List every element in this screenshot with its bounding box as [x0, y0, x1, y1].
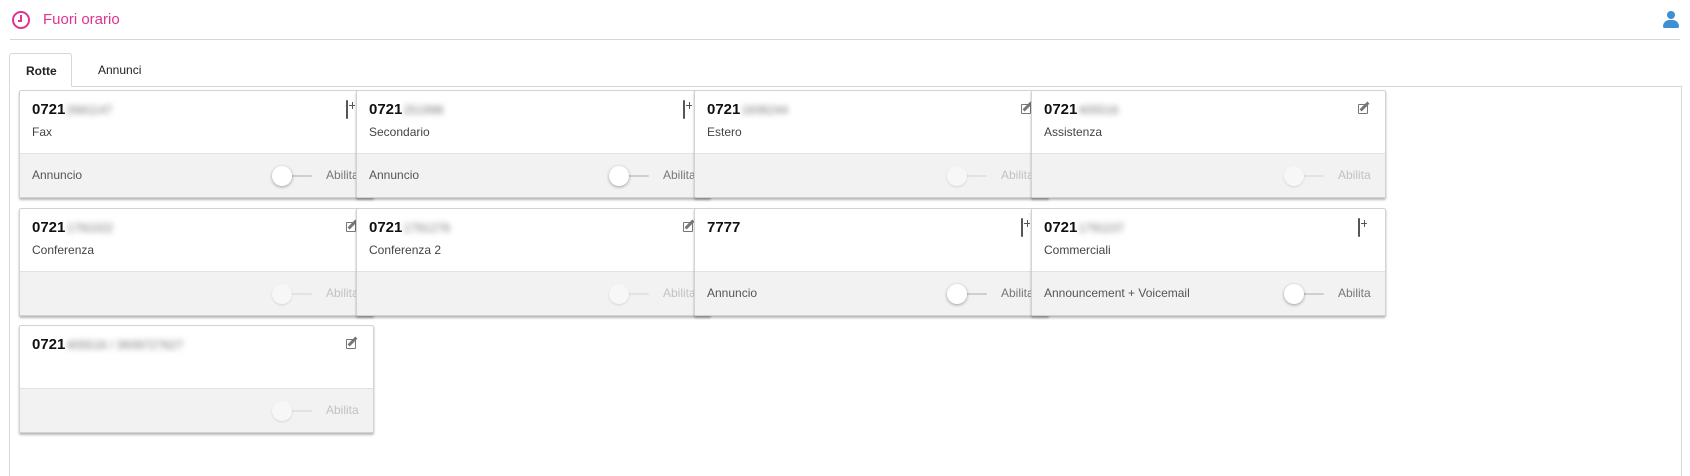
card-label: Estero [707, 125, 742, 139]
edit-icon[interactable] [1358, 101, 1372, 115]
enable-label: Abilita [326, 168, 359, 182]
enable-toggle[interactable] [1284, 284, 1326, 304]
card-number: 7777 [707, 219, 741, 236]
number-prefix: 0721 [32, 219, 66, 236]
route-card: 0721251998 Secondario Annuncio Abilita [356, 90, 711, 198]
edit-icon[interactable] [346, 336, 360, 350]
announcement-label: Annuncio [707, 286, 758, 300]
card-header: 0721405516 / 3939727627 [20, 326, 373, 388]
card-number: 07211791276 [369, 219, 450, 236]
route-card: 0721405516 / 3939727627 Abilita [19, 325, 374, 433]
card-footer: Abilita [1032, 153, 1385, 197]
card-number: 0721405516 / 3939727627 [32, 336, 183, 353]
number-masked: 2681147 [66, 103, 113, 117]
card-header: 07211791107 Commerciali [1032, 209, 1385, 271]
route-card: 07211836244 Estero Abilita [694, 90, 1049, 198]
card-label: Fax [32, 125, 53, 139]
card-label: Assistenza [1044, 125, 1103, 139]
card-header: 07212681147 Fax [20, 91, 373, 153]
card-number: 0721251998 [369, 101, 443, 118]
tab-annunci[interactable]: Annunci [82, 53, 157, 87]
enable-label: Abilita [663, 286, 696, 300]
card-header: 0721405516 Assistenza [1032, 91, 1385, 153]
clock-icon [12, 11, 30, 29]
number-prefix: 0721 [32, 336, 66, 353]
card-footer: Annuncio Abilita [20, 153, 373, 197]
enable-toggle [609, 284, 651, 304]
card-header: 07211791022 Conferenza [20, 209, 373, 271]
route-card: 07212681147 Fax Annuncio Abilita [19, 90, 374, 198]
card-header: 07211791276 Conferenza 2 [357, 209, 710, 271]
announcement-label: Announcement + Voicemail [1044, 286, 1190, 300]
number-prefix: 0721 [1044, 219, 1078, 236]
number-prefix: 0721 [707, 101, 741, 118]
card-label: Conferenza 2 [369, 243, 442, 257]
number-prefix: 0721 [369, 101, 403, 118]
card-number: 07212681147 [32, 101, 112, 118]
number-masked: 1791276 [403, 221, 451, 235]
number-prefix: 0721 [369, 219, 403, 236]
number-masked: 405516 / 3939727627 [66, 338, 184, 352]
number-masked: 1836244 [741, 103, 789, 117]
plus-square-icon[interactable] [1358, 218, 1372, 237]
card-label: Commerciali [1044, 243, 1111, 257]
enable-toggle [947, 166, 989, 186]
card-footer: Annuncio Abilita [695, 271, 1048, 315]
page-title: Fuori orario [43, 11, 120, 28]
number-prefix: 0721 [32, 101, 66, 118]
number-masked: 1791022 [66, 221, 114, 235]
number-masked: 405516 [1078, 103, 1119, 117]
card-footer: Announcement + Voicemail Abilita [1032, 271, 1385, 315]
enable-toggle[interactable] [609, 166, 651, 186]
card-number: 07211791107 [1044, 219, 1124, 236]
card-footer: Abilita [20, 271, 373, 315]
route-card: 07211791276 Conferenza 2 Abilita [356, 208, 711, 316]
enable-toggle[interactable] [947, 284, 989, 304]
enable-label: Abilita [1001, 286, 1034, 300]
card-number: 0721405516 [1044, 101, 1118, 118]
number-masked: 1791107 [1078, 221, 1125, 235]
route-card: 07211791107 Commerciali Announcement + Voi… [1031, 208, 1386, 316]
enable-toggle [1284, 166, 1326, 186]
tab-rotte[interactable]: Rotte [9, 53, 72, 87]
top-bar: Fuori orario [10, 0, 1680, 40]
card-label: Secondario [369, 125, 430, 139]
card-header: 07211836244 Estero [695, 91, 1048, 153]
card-footer: Annuncio Abilita [357, 153, 710, 197]
card-footer: Abilita [695, 153, 1048, 197]
route-card: 07211791022 Conferenza Abilita [19, 208, 374, 316]
enable-toggle[interactable] [272, 166, 314, 186]
card-label: Conferenza [32, 243, 95, 257]
card-number: 07211791022 [32, 219, 113, 236]
enable-label: Abilita [1338, 168, 1371, 182]
announcement-label: Annuncio [32, 168, 83, 182]
card-footer: Abilita [20, 388, 373, 432]
enable-label: Abilita [1338, 286, 1371, 300]
card-header: 0721251998 Secondario [357, 91, 710, 153]
enable-label: Abilita [663, 168, 696, 182]
enable-label: Abilita [1001, 168, 1034, 182]
enable-label: Abilita [326, 403, 359, 417]
route-card: 7777 Annuncio Abilita [694, 208, 1049, 316]
card-number: 07211836244 [707, 101, 788, 118]
announcement-label: Annuncio [369, 168, 420, 182]
card-footer: Abilita [357, 271, 710, 315]
number-prefix: 7777 [707, 219, 741, 236]
route-card: 0721405516 Assistenza Abilita [1031, 90, 1386, 198]
number-masked: 251998 [403, 103, 444, 117]
enable-toggle [272, 401, 314, 421]
enable-label: Abilita [326, 286, 359, 300]
user-icon[interactable] [1662, 11, 1680, 29]
enable-toggle [272, 284, 314, 304]
number-prefix: 0721 [1044, 101, 1078, 118]
card-header: 7777 [695, 209, 1048, 271]
